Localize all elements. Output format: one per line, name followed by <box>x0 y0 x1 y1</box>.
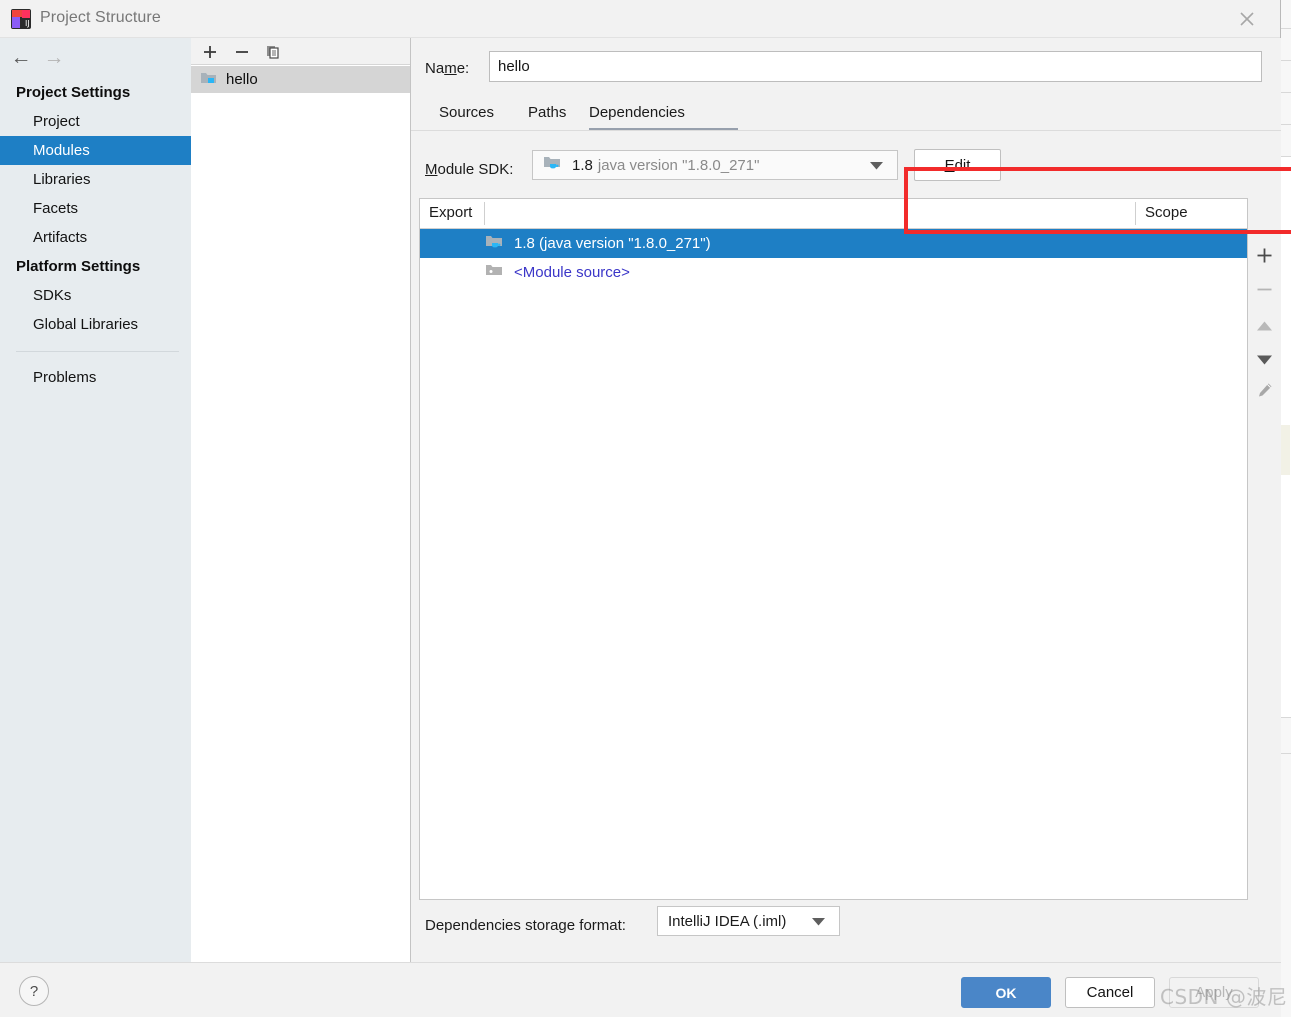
table-row[interactable]: <Module source> <box>420 258 1247 287</box>
cancel-button[interactable]: Cancel <box>1065 977 1155 1008</box>
intellij-idea-icon: IJ <box>11 9 31 29</box>
tab-paths[interactable]: Paths <box>528 99 566 129</box>
sidebar-item-global-libraries[interactable]: Global Libraries <box>0 310 191 339</box>
sidebar-item-problems[interactable]: Problems <box>0 363 191 392</box>
sidebar-item-modules[interactable]: Modules <box>0 136 191 165</box>
table-row[interactable]: 1.8 (java version "1.8.0_271") <box>420 229 1247 258</box>
minus-icon[interactable] <box>230 40 254 64</box>
sidebar-group-platform-settings: Platform Settings <box>16 258 141 275</box>
sidebar-item-facets[interactable]: Facets <box>0 194 191 223</box>
sidebar-item-project[interactable]: Project <box>0 107 191 136</box>
dialog-title: Project Structure <box>40 9 161 26</box>
sidebar-separator <box>16 351 179 352</box>
settings-sidebar: ← → Project Settings Project Modules Lib… <box>0 38 191 962</box>
arrow-up-icon[interactable] <box>1248 310 1281 341</box>
help-button[interactable]: ? <box>19 976 49 1006</box>
sidebar-item-artifacts[interactable]: Artifacts <box>0 223 191 252</box>
column-divider[interactable] <box>484 202 485 225</box>
chevron-down-icon <box>812 913 825 930</box>
minus-icon[interactable] <box>1248 274 1281 305</box>
name-label: Name: <box>425 60 470 77</box>
arrow-down-icon[interactable] <box>1248 344 1281 375</box>
dependency-name: 1.8 (java version "1.8.0_271") <box>514 235 711 252</box>
navigation-arrows: ← → <box>0 38 191 74</box>
dialog-titlebar: IJ Project Structure <box>0 0 1280 38</box>
jdk-folder-icon <box>485 234 504 254</box>
module-editor-panel: Name: Sources Paths Dependencies Module … <box>411 38 1291 962</box>
arrow-right-icon[interactable]: → <box>41 47 67 68</box>
apply-button[interactable]: Apply <box>1169 977 1259 1008</box>
list-item[interactable]: hello <box>191 66 410 93</box>
plus-icon[interactable] <box>1248 240 1281 271</box>
column-divider[interactable] <box>1135 202 1136 225</box>
module-tabs: Sources Paths Dependencies <box>411 99 1281 131</box>
module-sdk-version: 1.8 <box>572 156 593 174</box>
storage-format-dropdown[interactable]: IntelliJ IDEA (.iml) <box>657 906 840 936</box>
sidebar-item-sdks[interactable]: SDKs <box>0 281 191 310</box>
sidebar-item-libraries[interactable]: Libraries <box>0 165 191 194</box>
module-source-folder-icon <box>485 263 504 283</box>
dependencies-table: Export Scope 1.8 (java version "1.8.0_27… <box>419 198 1248 900</box>
tabs-divider <box>411 130 1281 131</box>
table-header: Export Scope <box>420 199 1247 229</box>
pencil-icon[interactable] <box>1248 374 1281 405</box>
module-folder-icon <box>200 70 217 89</box>
dependency-name: <Module source> <box>514 264 630 281</box>
plus-icon[interactable] <box>198 40 222 64</box>
dependencies-toolbar <box>1248 198 1281 900</box>
modules-list-pane: hello <box>191 38 411 962</box>
column-header-scope[interactable]: Scope <box>1145 199 1188 227</box>
project-structure-dialog: IJ Project Structure ← → Project Setting… <box>0 0 1291 1017</box>
arrow-left-icon[interactable]: ← <box>8 47 34 68</box>
name-input[interactable] <box>489 51 1262 82</box>
chevron-down-icon <box>870 157 883 174</box>
jdk-folder-icon <box>543 155 562 175</box>
module-sdk-label: Module SDK: <box>425 161 514 178</box>
copy-icon[interactable] <box>261 40 285 64</box>
edit-sdk-button[interactable]: Edit <box>914 149 1001 181</box>
modules-toolbar <box>191 38 410 65</box>
close-icon[interactable] <box>1224 0 1270 38</box>
tab-sources[interactable]: Sources <box>439 99 494 129</box>
sidebar-group-project-settings: Project Settings <box>16 84 131 101</box>
storage-format-value: IntelliJ IDEA (.iml) <box>668 912 787 930</box>
ok-button[interactable]: OK <box>961 977 1051 1008</box>
column-header-export[interactable]: Export <box>429 199 472 227</box>
svg-text:IJ: IJ <box>25 19 30 28</box>
tab-dependencies[interactable]: Dependencies <box>589 99 685 129</box>
module-name: hello <box>226 71 258 88</box>
storage-format-label: Dependencies storage format: <box>425 917 626 934</box>
module-sdk-dropdown[interactable]: 1.8 java version "1.8.0_271" <box>532 150 898 180</box>
module-sdk-description: java version "1.8.0_271" <box>597 156 760 174</box>
